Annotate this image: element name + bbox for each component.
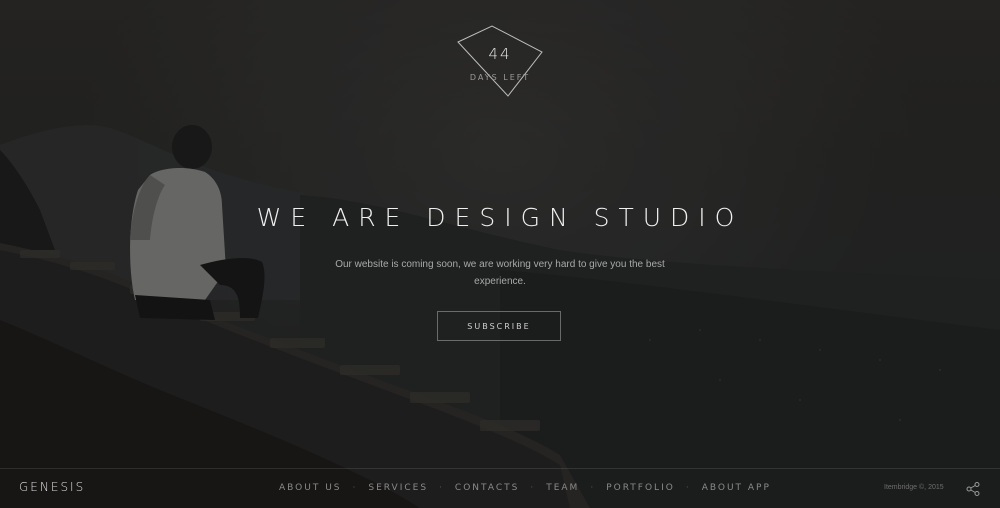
- footer-bar: GENESIS ABOUT US · SERVICES · CONTACTS ·…: [0, 468, 1000, 508]
- share-icon[interactable]: [966, 482, 980, 496]
- nav-item-portfolio[interactable]: PORTFOLIO: [595, 483, 686, 493]
- nav-item-services[interactable]: SERVICES: [357, 483, 439, 493]
- nav-item-team[interactable]: TEAM: [535, 483, 590, 493]
- footer-nav: ABOUT US · SERVICES · CONTACTS · TEAM · …: [268, 483, 782, 493]
- page-background: 44 DAYS LEFT WE ARE DESIGN STUDIO Our we…: [0, 0, 1000, 508]
- nav-item-about-app[interactable]: ABOUT APP: [691, 483, 782, 493]
- countdown-label: DAYS LEFT: [469, 73, 531, 82]
- copyright-text: Itembridge ©, 2015: [884, 484, 944, 491]
- subscribe-button[interactable]: SUBSCRIBE: [437, 311, 561, 341]
- nav-item-about-us[interactable]: ABOUT US: [268, 483, 353, 493]
- nav-item-contacts[interactable]: CONTACTS: [444, 483, 530, 493]
- brand-logo[interactable]: GENESIS: [19, 480, 85, 494]
- countdown-days: 44: [488, 45, 512, 63]
- hero-title: WE ARE DESIGN STUDIO: [256, 203, 744, 232]
- countdown-badge: 44 DAYS LEFT: [450, 20, 550, 102]
- hero-subtitle: Our website is coming soon, we are worki…: [335, 259, 665, 287]
